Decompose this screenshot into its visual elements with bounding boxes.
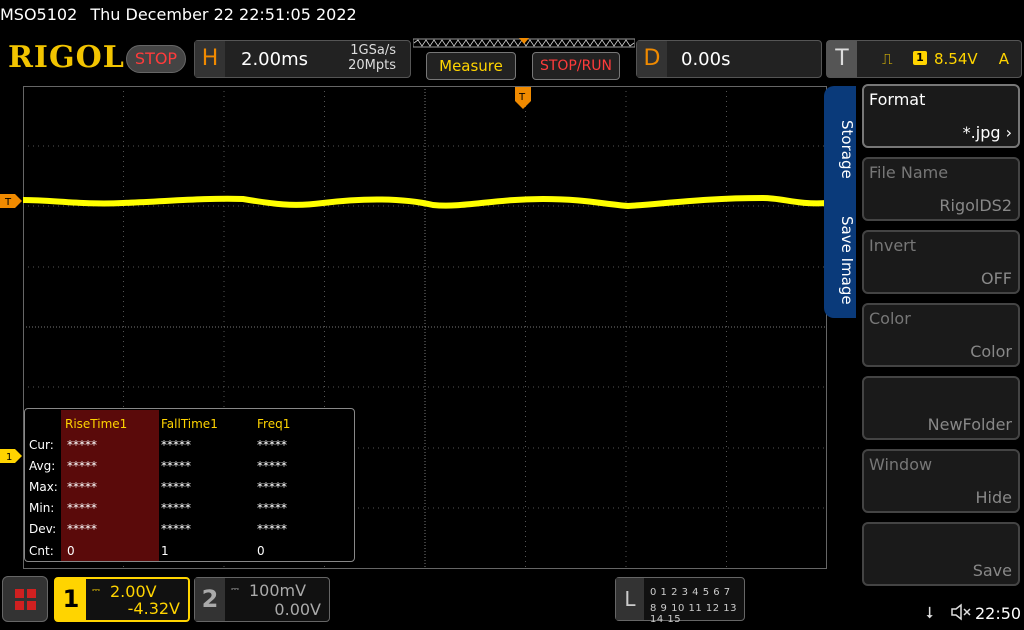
row-label: Cnt: — [29, 544, 54, 558]
row-label: Dev: — [29, 522, 57, 536]
row-label: Avg: — [29, 459, 56, 473]
system-clock: 22:50 — [975, 604, 1022, 623]
tab-storage[interactable]: Storage — [824, 114, 856, 184]
ch1-offset-marker[interactable]: 1 — [0, 449, 22, 463]
menu-title: File Name — [869, 163, 949, 182]
menu-value: *.jpg › — [962, 123, 1012, 142]
menu-value: Color — [970, 342, 1012, 361]
channel-2-box[interactable]: 2 ⎓ 100mV 0.00V — [194, 577, 330, 622]
trigger-position-marker[interactable]: T — [515, 87, 531, 109]
channel-2-offset: 0.00V — [274, 600, 321, 619]
main-menu-button[interactable] — [2, 576, 48, 622]
menu-save[interactable]: Save — [862, 522, 1020, 586]
trigger-level-marker[interactable]: T — [0, 194, 22, 208]
table-cell: ***** — [161, 480, 191, 494]
measurement-table[interactable]: RiseTime1 FallTime1 Freq1 Cur: ***** ***… — [24, 408, 355, 562]
channel-2-scale: 100mV — [249, 581, 307, 600]
trigger-marker-label: T — [4, 197, 12, 208]
trigger-top-label: T — [518, 92, 526, 103]
trigger-mode: A — [998, 50, 1009, 68]
tab-save-image[interactable]: Save Image — [824, 214, 856, 306]
waveform-position-bar — [413, 38, 635, 48]
column-header: FallTime1 — [161, 417, 218, 431]
table-cell: 0 — [67, 544, 75, 558]
trigger-label: T — [827, 41, 857, 77]
table-cell: 1 — [161, 544, 169, 558]
stop-run-button[interactable]: STOP/RUN — [532, 52, 620, 80]
table-cell: ***** — [67, 438, 97, 452]
ch1-marker-label: 1 — [6, 452, 12, 463]
channel-1-offset: -4.32V — [127, 599, 180, 618]
horizontal-timebase-box[interactable]: H 2.00ms 1GSa/s 20Mpts — [194, 40, 411, 78]
menu-window[interactable]: Window Hide — [862, 449, 1020, 513]
column-header: Freq1 — [257, 417, 291, 431]
table-cell: 0 — [257, 544, 265, 558]
rising-edge-icon: ⎍ — [882, 50, 893, 68]
menu-color[interactable]: Color Color — [862, 303, 1020, 367]
table-cell: ***** — [67, 501, 97, 515]
menu-format[interactable]: Format *.jpg › — [862, 84, 1020, 148]
sample-rate: 1GSa/s — [350, 43, 396, 58]
table-cell: ***** — [257, 501, 287, 515]
table-cell: ***** — [161, 459, 191, 473]
table-cell: ***** — [67, 480, 97, 494]
device-model: MSO5102 — [0, 5, 78, 24]
title-bar: MSO5102 Thu December 22 22:51:05 2022 — [0, 5, 365, 24]
delay-value: 0.00s — [681, 49, 731, 70]
table-cell: ***** — [161, 501, 191, 515]
dc-coupling-icon: ⎓ — [92, 585, 100, 596]
timebase-value: 2.00ms — [241, 49, 308, 70]
menu-title: Window — [869, 455, 933, 474]
menu-value: RigolDS2 — [939, 196, 1012, 215]
row-label: Min: — [29, 501, 55, 515]
logic-analyzer-box[interactable]: L 0 1 2 3 4 5 6 7 8 9 10 11 12 13 14 15 — [615, 577, 745, 625]
trigger-box[interactable]: T ⎍ 1 8.54V A — [826, 40, 1022, 78]
row-label: Max: — [29, 480, 58, 494]
table-cell: ***** — [161, 522, 191, 536]
rigol-logo: RIGOL — [8, 40, 125, 75]
measure-button[interactable]: Measure — [426, 52, 516, 80]
memory-depth: 20Mpts — [348, 58, 396, 73]
sound-muted-icon[interactable] — [950, 603, 972, 621]
datetime: Thu December 22 22:51:05 2022 — [90, 5, 357, 24]
table-cell: ***** — [257, 522, 287, 536]
table-cell: ***** — [257, 438, 287, 452]
menu-value: Hide — [975, 488, 1012, 507]
sample-info: 1GSa/s 20Mpts — [348, 43, 396, 73]
menu-value: OFF — [981, 269, 1012, 288]
table-cell: ***** — [257, 459, 287, 473]
table-cell: ***** — [67, 459, 97, 473]
logic-channels-row2: 8 9 10 11 12 13 14 15 — [650, 603, 738, 625]
menu-value: NewFolder — [927, 415, 1012, 434]
menu-title: Invert — [869, 236, 917, 255]
dc-coupling-icon: ⎓ — [231, 584, 239, 595]
column-header: RiseTime1 — [65, 417, 128, 431]
delay-box[interactable]: D 0.00s — [636, 40, 822, 78]
usb-icon: ⭣ — [926, 603, 934, 622]
channel-1-number: 1 — [56, 579, 86, 620]
row-label: Cur: — [29, 438, 54, 452]
menu-file-name[interactable]: File Name RigolDS2 — [862, 157, 1020, 221]
horizontal-label: H — [195, 41, 225, 77]
menu-invert[interactable]: Invert OFF — [862, 230, 1020, 294]
menu-value: Save — [972, 561, 1012, 580]
delay-label: D — [637, 41, 667, 77]
logic-channels-row1: 0 1 2 3 4 5 6 7 — [650, 587, 731, 598]
trigger-source: 1 — [913, 51, 927, 65]
logic-label: L — [616, 578, 644, 620]
table-cell: ***** — [67, 522, 97, 536]
grid-menu-icon — [15, 589, 36, 610]
channel-1-box[interactable]: 1 ⎓ 2.00V -4.32V — [54, 577, 190, 622]
menu-title: Format — [869, 90, 926, 109]
channel-2-number: 2 — [195, 578, 225, 621]
trigger-level: 8.54V — [934, 50, 978, 68]
chevron-right-icon: › — [1000, 123, 1012, 142]
menu-title: Color — [869, 309, 911, 328]
run-state-badge: STOP — [126, 45, 186, 73]
menu-new-folder[interactable]: NewFolder — [862, 376, 1020, 440]
table-cell: ***** — [161, 438, 191, 452]
table-cell: ***** — [257, 480, 287, 494]
panel-tabs: Storage Save Image — [824, 86, 856, 318]
